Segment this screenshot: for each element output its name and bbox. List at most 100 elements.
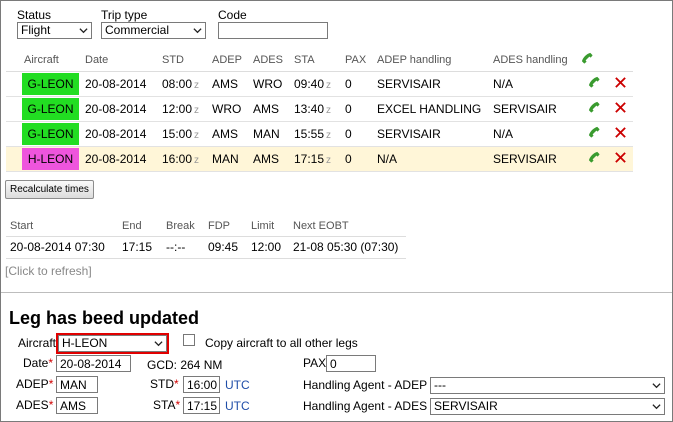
table-row[interactable]: G-LEON 20-08-2014 08:00 z AMS WRO 09:40 z 0 SERVI… [6,71,633,97]
zulu-suffix: z [194,154,200,166]
zulu-suffix: z [194,79,200,91]
adep-cell: AMS [208,121,249,147]
table-row[interactable]: H-LEON 20-08-2014 16:00 z MAN AMS 17:15 z 0 N/A SE… [6,146,633,172]
table-row[interactable]: G-LEON 20-08-2014 12:00 z WRO AMS 13:40 z 0 EXCEL… [6,96,633,122]
std-cell: 12:00 z [158,96,208,122]
sta-cell: 13:40 z [290,96,341,122]
ades-handling-cell: SERVISAIR [489,96,581,122]
ades-input[interactable] [56,397,98,414]
zulu-suffix: z [326,79,332,91]
col-break: Break [162,216,204,237]
ades-field-label: ADES* [16,397,53,414]
chevron-down-icon [652,404,661,410]
handling-adep-label: Handling Agent - ADEP [303,378,428,392]
handling-ades-label: Handling Agent - ADES [303,399,428,413]
col-end: End [118,216,162,237]
adep-input[interactable] [56,376,98,393]
aircraft-reg: G-LEON [27,76,74,91]
aircraft-badge: G-LEON [22,72,79,95]
call-cell [581,96,607,122]
trip-type-select[interactable]: Commercial [101,22,206,39]
delete-cell [607,146,633,172]
ades-cell: MAN [249,121,290,147]
aircraft-badge: H-LEON [22,147,79,170]
phone-icon[interactable] [588,151,601,164]
legs-header-row: Aircraft Date STD ADEP ADES STA PAX ADEP… [6,49,633,72]
copy-aircraft-label: Copy aircraft to all other legs [205,336,358,350]
status-select[interactable]: Flight [17,22,92,39]
adep-handling-cell: EXCEL HANDLING [373,96,489,122]
required-mark: * [48,398,54,412]
col-date: Date [81,49,158,72]
sta-label-text: STA [153,398,176,412]
code-label: Code [218,8,247,22]
pax-input[interactable] [326,355,376,372]
handling-ades-select[interactable]: SERVISAIR [430,398,665,415]
trip-type-select-value: Commercial [105,23,170,37]
zulu-suffix: z [326,104,332,116]
chevron-down-icon [193,28,202,34]
adep-cell: MAN [208,146,249,172]
handling-adep-select[interactable]: --- [430,377,665,394]
delete-icon[interactable] [614,151,627,164]
date-field-label: Date* [23,355,53,372]
date-input[interactable] [56,355,131,372]
sta-value: 09:40 [294,76,325,91]
spacer-cell [607,49,633,72]
std-value: 16:00 [162,151,193,166]
zulu-suffix: z [326,129,332,141]
adep-handling-cell: SERVISAIR [373,71,489,97]
col-fdp: FDP [204,216,247,237]
std-value: 08:00 [162,76,193,91]
adep-cell: AMS [208,71,249,97]
delete-icon[interactable] [614,101,627,114]
required-mark: * [175,398,181,412]
delete-icon[interactable] [614,76,627,89]
std-value: 12:00 [162,101,193,116]
sta-input[interactable] [183,397,220,414]
gcd-text: GCD: 264 NM [147,358,223,372]
sta-cell: 17:15 z [290,146,341,172]
code-input[interactable] [218,22,328,39]
status-filter: Status Flight [17,8,92,39]
delete-icon[interactable] [614,126,627,139]
col-pax: PAX [341,49,373,72]
phone-icon[interactable] [588,101,601,114]
date-cell: 20-08-2014 [81,146,158,172]
aircraft-select[interactable]: H-LEON [58,335,167,352]
trip-type-filter: Trip type Commercial [101,8,206,39]
copy-aircraft-checkbox[interactable] [183,334,195,346]
col-aircraft: Aircraft [6,49,81,72]
add-leg-cell [581,49,607,72]
date-label-text: Date [23,356,49,370]
click-to-refresh-link[interactable]: [Click to refresh] [5,264,92,278]
phone-icon[interactable] [581,52,594,65]
required-mark: * [174,377,179,391]
call-cell [581,121,607,147]
aircraft-cell: G-LEON [6,121,81,147]
aircraft-select-value: H-LEON [62,336,108,350]
phone-icon[interactable] [588,126,601,139]
call-cell [581,146,607,172]
col-ades-handling: ADES handling [489,49,581,72]
col-adep-handling: ADEP handling [373,49,489,72]
aircraft-reg: G-LEON [27,101,74,116]
adep-cell: WRO [208,96,249,122]
phone-icon[interactable] [588,76,601,89]
ades-handling-cell: N/A [489,121,581,147]
aircraft-cell: G-LEON [6,71,81,97]
pax-cell: 0 [341,146,373,172]
sta-value: 15:55 [294,126,325,141]
std-input[interactable] [183,376,220,393]
legs-table: Aircraft Date STD ADEP ADES STA PAX ADEP… [6,49,633,172]
ades-handling-cell: SERVISAIR [489,146,581,172]
std-value: 15:00 [162,126,193,141]
chevron-down-icon [154,341,163,347]
col-next-eobt: Next EOBT [289,216,406,237]
recalculate-times-button[interactable]: Recalculate times [5,180,94,199]
legs-table-body: G-LEON 20-08-2014 08:00 z AMS WRO 09:40 z 0 SERVI… [6,71,633,172]
zulu-suffix: z [194,104,200,116]
date-cell: 20-08-2014 [81,96,158,122]
table-row[interactable]: G-LEON 20-08-2014 15:00 z AMS MAN 15:55 z 0 SERVI… [6,121,633,147]
delete-cell [607,71,633,97]
